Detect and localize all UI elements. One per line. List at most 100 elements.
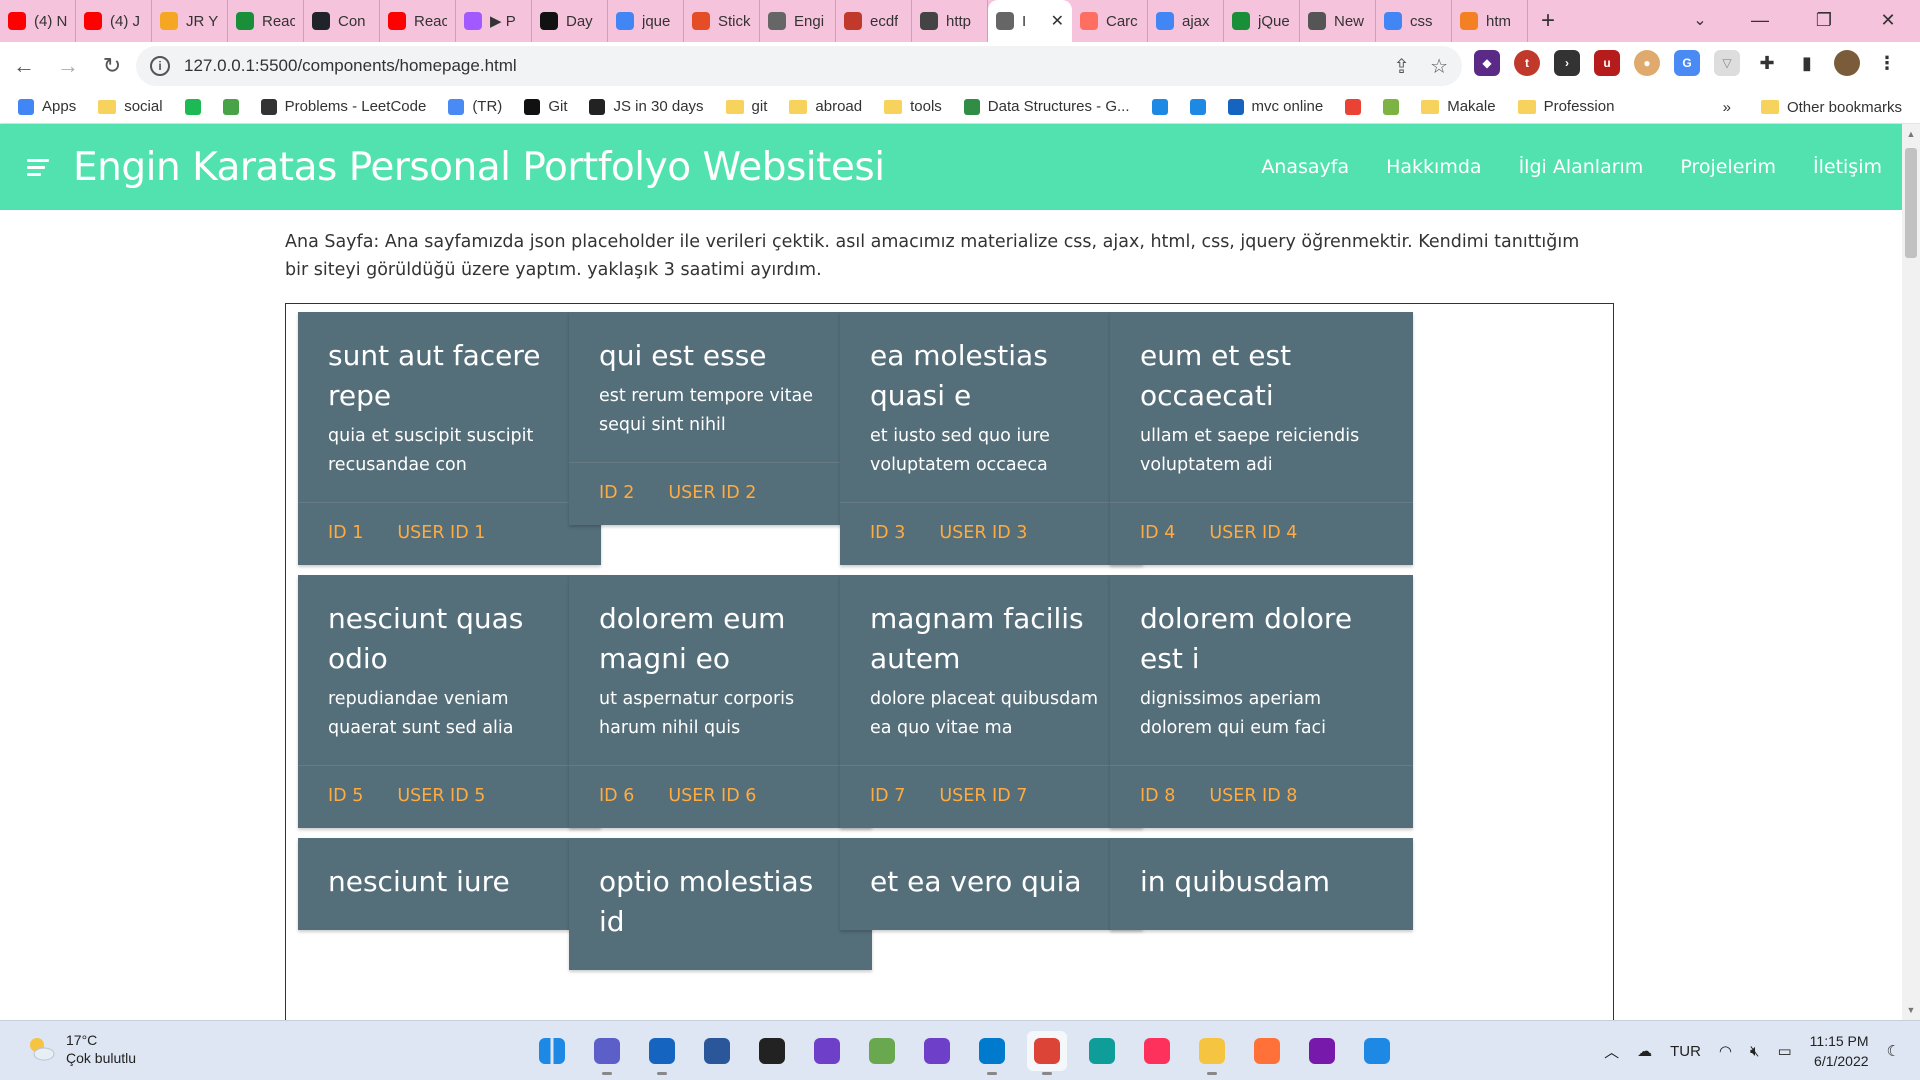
bookmark-item[interactable]: [184, 98, 201, 115]
nav-link[interactable]: İletişim: [1813, 156, 1882, 178]
more-bookmarks-button[interactable]: »: [1723, 99, 1731, 116]
menu-icon[interactable]: [27, 158, 49, 176]
card-id-link[interactable]: ID 7: [870, 786, 905, 806]
new-tab-button[interactable]: +: [1528, 0, 1568, 42]
browser-tab[interactable]: (4) J: [76, 0, 152, 42]
extension-icon[interactable]: ●: [1634, 50, 1660, 76]
notepad-icon[interactable]: [862, 1031, 902, 1071]
avatar[interactable]: [1834, 50, 1860, 76]
browser-tab[interactable]: htm: [1452, 0, 1528, 42]
teams-icon[interactable]: [587, 1031, 627, 1075]
card-id-link[interactable]: ID 8: [1140, 786, 1175, 806]
card-id-link[interactable]: ID 4: [1140, 523, 1175, 543]
windows-start-icon[interactable]: [532, 1031, 572, 1071]
card-user-id-link[interactable]: USER ID 3: [939, 523, 1027, 543]
edge-icon[interactable]: [1082, 1031, 1122, 1071]
site-info-icon[interactable]: i: [150, 56, 170, 76]
browser-tab[interactable]: ajax: [1148, 0, 1224, 42]
browser-tab[interactable]: New: [1300, 0, 1376, 42]
bookmark-item[interactable]: mvc online: [1227, 98, 1323, 115]
browser-tab[interactable]: ecdf: [836, 0, 912, 42]
word-app-icon[interactable]: [697, 1031, 737, 1071]
bookmark-item[interactable]: [1383, 98, 1400, 115]
card-user-id-link[interactable]: USER ID 2: [668, 483, 756, 503]
shield-icon[interactable]: ▽: [1714, 50, 1740, 76]
card-user-id-link[interactable]: USER ID 5: [397, 786, 485, 806]
menu-kebab-icon[interactable]: ⋮: [1874, 50, 1900, 76]
card-id-link[interactable]: ID 3: [870, 523, 905, 543]
bookmark-item[interactable]: tools: [884, 98, 942, 115]
browser-tab[interactable]: Con: [304, 0, 380, 42]
card-user-id-link[interactable]: USER ID 6: [668, 786, 756, 806]
chrome-icon[interactable]: [1027, 1031, 1067, 1075]
extension-icon[interactable]: t: [1514, 50, 1540, 76]
nav-link[interactable]: İlgi Alanlarım: [1519, 156, 1644, 178]
ublock-icon[interactable]: u: [1594, 50, 1620, 76]
bookmark-item[interactable]: git: [725, 98, 767, 115]
reload-icon[interactable]: ↻: [92, 46, 132, 86]
vscode-icon[interactable]: [972, 1031, 1012, 1075]
clock[interactable]: 11:15 PM 6/1/2022: [1810, 1031, 1869, 1071]
side-panel-icon[interactable]: ▮: [1794, 50, 1820, 76]
mail-icon[interactable]: [642, 1031, 682, 1075]
browser-tab[interactable]: jQue: [1224, 0, 1300, 42]
calendar-icon[interactable]: [1357, 1031, 1397, 1071]
bookmark-item[interactable]: [1189, 98, 1206, 115]
bookmark-item[interactable]: Git: [524, 98, 567, 115]
card-id-link[interactable]: ID 5: [328, 786, 363, 806]
volume-muted-icon[interactable]: 🔇︎: [1750, 1043, 1759, 1060]
bookmark-star-icon[interactable]: ☆: [1430, 54, 1448, 79]
card-user-id-link[interactable]: USER ID 7: [939, 786, 1027, 806]
chevron-up-icon[interactable]: ︿: [1604, 1041, 1619, 1062]
language-indicator[interactable]: TUR: [1670, 1043, 1701, 1060]
browser-tab[interactable]: Carc: [1072, 0, 1148, 42]
card-user-id-link[interactable]: USER ID 1: [397, 523, 485, 543]
extension-icon[interactable]: ◆: [1474, 50, 1500, 76]
share-icon[interactable]: ⇪: [1393, 54, 1410, 79]
media-player-icon[interactable]: [752, 1031, 792, 1071]
browser-tab[interactable]: Engi: [760, 0, 836, 42]
bookmark-item[interactable]: Apps: [18, 98, 76, 115]
extensions-puzzle-icon[interactable]: ✚: [1754, 50, 1780, 76]
browser-tab[interactable]: (4) N: [0, 0, 76, 42]
bookmark-item[interactable]: Makale: [1421, 98, 1496, 115]
cloud-icon[interactable]: ☁: [1637, 1042, 1652, 1060]
onenote-icon[interactable]: [1302, 1031, 1342, 1071]
page-scrollbar[interactable]: ▲ ▼: [1902, 124, 1920, 1020]
wifi-icon[interactable]: ◠: [1719, 1042, 1732, 1060]
bookmark-item[interactable]: Data Structures - G...: [963, 98, 1130, 115]
restore-icon[interactable]: ❐: [1792, 0, 1856, 40]
card-user-id-link[interactable]: USER ID 8: [1209, 786, 1297, 806]
browser-tab[interactable]: JR Y: [152, 0, 228, 42]
bookmark-item[interactable]: [1345, 98, 1362, 115]
github-desktop-icon[interactable]: [807, 1031, 847, 1071]
scroll-up-icon[interactable]: ▲: [1902, 126, 1920, 142]
intellij-icon[interactable]: [1137, 1031, 1177, 1071]
bookmark-item[interactable]: [1151, 98, 1168, 115]
nav-link[interactable]: Projelerim: [1680, 156, 1776, 178]
bookmark-item[interactable]: (TR): [448, 98, 502, 115]
bookmark-item[interactable]: JS in 30 days: [589, 98, 704, 115]
bookmark-item[interactable]: social: [98, 98, 163, 115]
nav-link[interactable]: Anasayfa: [1261, 156, 1349, 178]
minimize-icon[interactable]: —: [1728, 0, 1792, 40]
back-icon[interactable]: ←: [4, 46, 44, 86]
browser-tab[interactable]: jque: [608, 0, 684, 42]
card-id-link[interactable]: ID 1: [328, 523, 363, 543]
browser-tab[interactable]: Reac: [380, 0, 456, 42]
scroll-down-icon[interactable]: ▼: [1902, 1002, 1920, 1018]
nav-link[interactable]: Hakkımda: [1386, 156, 1481, 178]
site-brand[interactable]: Engin Karatas Personal Portfolyo Website…: [73, 145, 885, 190]
tab-search-icon[interactable]: ⌄: [1680, 0, 1720, 40]
address-bar[interactable]: i 127.0.0.1:5500/components/homepage.htm…: [136, 46, 1462, 86]
browser-tab[interactable]: css: [1376, 0, 1452, 42]
battery-icon[interactable]: ▭: [1777, 1042, 1791, 1060]
weather-widget[interactable]: 17°C Çok bulutlu: [26, 1031, 136, 1067]
file-explorer-icon[interactable]: [1192, 1031, 1232, 1075]
translate-icon[interactable]: G: [1674, 50, 1700, 76]
firefox-icon[interactable]: [1247, 1031, 1287, 1071]
browser-tab[interactable]: Stick: [684, 0, 760, 42]
github-icon[interactable]: [917, 1031, 957, 1071]
other-bookmarks[interactable]: Other bookmarks: [1760, 99, 1902, 116]
bookmark-item[interactable]: [222, 98, 239, 115]
